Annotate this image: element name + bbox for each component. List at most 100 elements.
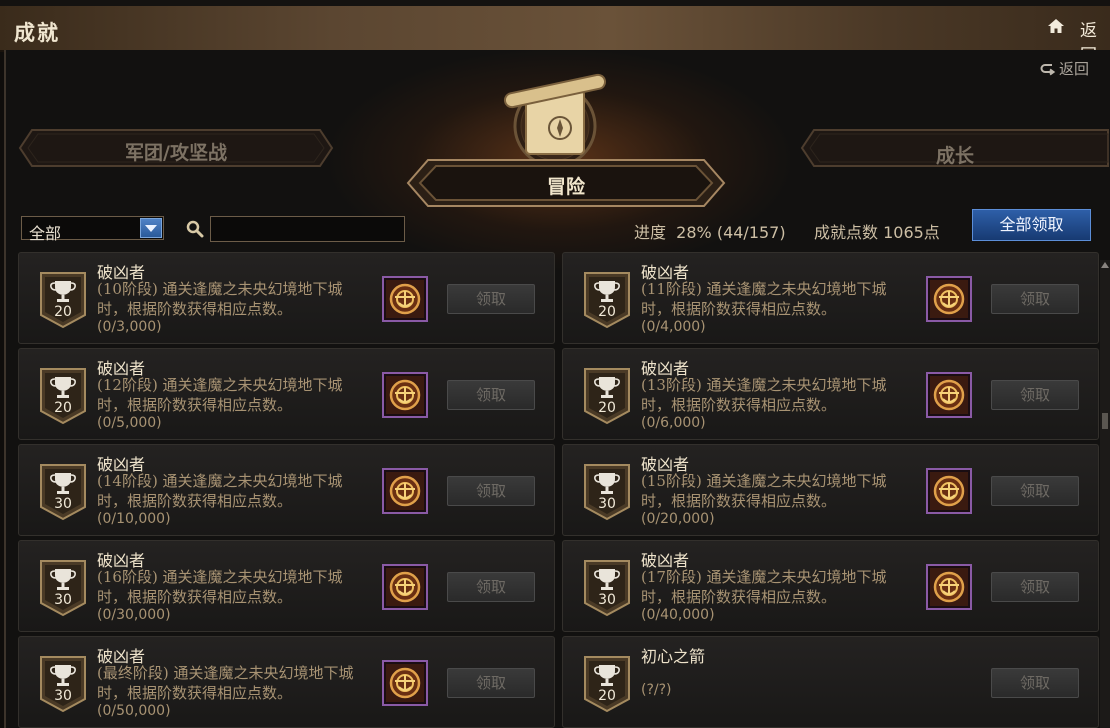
trophy-badge: 20 xyxy=(583,271,631,329)
achievement-progress: (0/10,000) xyxy=(97,511,171,527)
claim-button[interactable]: 领取 xyxy=(447,476,535,506)
achievement-description: (11阶段) 通关逢魔之未央幻境地下城时，根据阶数获得相应点数。 xyxy=(641,280,887,318)
title-bar: 成就 返回 xyxy=(0,0,1110,66)
trophy-icon xyxy=(584,272,630,329)
achievement-name: 初心之箭 xyxy=(641,647,706,666)
home-icon[interactable] xyxy=(1046,16,1066,36)
claim-all-button[interactable]: 全部领取 xyxy=(972,209,1091,241)
trophy-badge: 20 xyxy=(583,655,631,713)
scrollbar[interactable] xyxy=(1100,260,1110,728)
achievement-progress: (0/20,000) xyxy=(641,511,715,527)
adventure-scroll-icon xyxy=(503,73,607,168)
achievement-progress: (0/30,000) xyxy=(97,607,171,623)
achievement-progress: (0/5,000) xyxy=(97,415,162,431)
tab-adventure[interactable]: 冒险 xyxy=(406,157,726,209)
claim-button[interactable]: 领取 xyxy=(991,668,1079,698)
reward-emblem-icon[interactable] xyxy=(926,564,972,610)
trophy-badge: 20 xyxy=(39,271,87,329)
achievement-points: 30 xyxy=(598,592,616,608)
trophy-badge: 30 xyxy=(583,463,631,521)
achievement-card: 20 破凶者 (10阶段) 通关逢魔之未央幻境地下城时，根据阶数获得相应点数。 … xyxy=(18,252,555,344)
claim-button[interactable]: 领取 xyxy=(447,380,535,410)
trophy-icon xyxy=(40,464,86,521)
claim-button[interactable]: 领取 xyxy=(447,668,535,698)
reward-emblem-icon[interactable] xyxy=(382,276,428,322)
achievement-card: 30 破凶者 (14阶段) 通关逢魔之未央幻境地下城时，根据阶数获得相应点数。 … xyxy=(18,444,555,536)
achievement-card: 20 初心之箭 (?/?) 领取 xyxy=(562,636,1099,728)
achievement-progress: (0/6,000) xyxy=(641,415,706,431)
reward-emblem-icon[interactable] xyxy=(926,468,972,514)
achievement-card: 30 破凶者 (16阶段) 通关逢魔之未央幻境地下城时，根据阶数获得相应点数。 … xyxy=(18,540,555,632)
reward-emblem-icon[interactable] xyxy=(382,468,428,514)
achievement-points: 20 xyxy=(54,400,72,416)
chevron-down-icon[interactable] xyxy=(140,218,162,238)
achievement-progress: (0/4,000) xyxy=(641,319,706,335)
achievement-description: (13阶段) 通关逢魔之未央幻境地下城时，根据阶数获得相应点数。 xyxy=(641,376,887,414)
progress-text: 进度 28% (44/157) xyxy=(634,223,786,242)
achievement-points: 30 xyxy=(54,592,72,608)
achievement-points: 20 xyxy=(598,688,616,704)
claim-button[interactable]: 领取 xyxy=(991,476,1079,506)
achievement-points: 20 xyxy=(598,400,616,416)
achievement-card: 30 破凶者 (最终阶段) 通关逢魔之未央幻境地下城时，根据阶数获得相应点数。 … xyxy=(18,636,555,728)
trophy-badge: 30 xyxy=(39,655,87,713)
claim-button[interactable]: 领取 xyxy=(447,572,535,602)
achievement-points: 30 xyxy=(54,496,72,512)
category-filter-select[interactable]: 全部 xyxy=(21,216,164,243)
claim-button[interactable]: 领取 xyxy=(991,380,1079,410)
achievement-points: 20 xyxy=(598,304,616,320)
reward-emblem-icon[interactable] xyxy=(382,564,428,610)
achievement-progress: (0/3,000) xyxy=(97,319,162,335)
return-arrow-icon xyxy=(1040,63,1056,75)
tab-growth-label: 成长 xyxy=(935,145,974,167)
search-input[interactable] xyxy=(210,216,405,242)
trophy-icon xyxy=(40,656,86,713)
trophy-icon xyxy=(40,560,86,617)
achievement-description: (12阶段) 通关逢魔之未央幻境地下城时，根据阶数获得相应点数。 xyxy=(97,376,343,414)
achievement-card: 30 破凶者 (15阶段) 通关逢魔之未央幻境地下城时，根据阶数获得相应点数。 … xyxy=(562,444,1099,536)
claim-button[interactable]: 领取 xyxy=(447,284,535,314)
achievement-progress: (0/50,000) xyxy=(97,703,171,719)
trophy-badge: 30 xyxy=(39,559,87,617)
achievement-points-text: 成就点数 1065点 xyxy=(814,223,940,242)
filter-selected-value: 全部 xyxy=(29,224,62,243)
tab-adventure-label: 冒险 xyxy=(546,176,585,198)
achievement-points: 30 xyxy=(54,688,72,704)
trophy-icon xyxy=(40,368,86,425)
achievement-card: 20 破凶者 (11阶段) 通关逢魔之未央幻境地下城时，根据阶数获得相应点数。 … xyxy=(562,252,1099,344)
achievement-card: 30 破凶者 (17阶段) 通关逢魔之未央幻境地下城时，根据阶数获得相应点数。 … xyxy=(562,540,1099,632)
page-title: 成就 xyxy=(14,20,60,45)
reward-emblem-icon[interactable] xyxy=(382,372,428,418)
claim-button[interactable]: 领取 xyxy=(991,284,1079,314)
achievement-points: 30 xyxy=(598,496,616,512)
trophy-icon xyxy=(584,560,630,617)
reward-emblem-icon[interactable] xyxy=(926,372,972,418)
achievement-description: (10阶段) 通关逢魔之未央幻境地下城时，根据阶数获得相应点数。 xyxy=(97,280,343,318)
achievement-progress: (0/40,000) xyxy=(641,607,715,623)
trophy-badge: 30 xyxy=(583,559,631,617)
achievement-description: (17阶段) 通关逢魔之未央幻境地下城时，根据阶数获得相应点数。 xyxy=(641,568,887,606)
achievement-description: (最终阶段) 通关逢魔之未央幻境地下城时，根据阶数获得相应点数。 xyxy=(97,664,354,702)
tab-legion[interactable]: 军团/攻坚战 xyxy=(18,128,334,168)
back-label: 返回 xyxy=(1059,60,1090,78)
search-icon[interactable] xyxy=(186,220,204,238)
window-edge xyxy=(0,0,1110,6)
reward-emblem-icon[interactable] xyxy=(382,660,428,706)
achievement-description: (14阶段) 通关逢魔之未央幻境地下城时，根据阶数获得相应点数。 xyxy=(97,472,343,510)
trophy-icon xyxy=(584,368,630,425)
achievement-points: 20 xyxy=(54,304,72,320)
achievement-list: 20 破凶者 (10阶段) 通关逢魔之未央幻境地下城时，根据阶数获得相应点数。 … xyxy=(18,252,1099,728)
trophy-badge: 20 xyxy=(39,367,87,425)
trophy-badge: 30 xyxy=(39,463,87,521)
back-button[interactable]: 返回 xyxy=(1040,58,1089,79)
scroll-thumb[interactable] xyxy=(1102,413,1108,429)
trophy-icon xyxy=(584,656,630,713)
achievement-description: (16阶段) 通关逢魔之未央幻境地下城时，根据阶数获得相应点数。 xyxy=(97,568,343,606)
claim-button[interactable]: 领取 xyxy=(991,572,1079,602)
tab-growth[interactable]: 成长 xyxy=(800,128,1110,168)
tab-legion-label: 军团/攻坚战 xyxy=(125,142,227,164)
achievement-description: (15阶段) 通关逢魔之未央幻境地下城时，根据阶数获得相应点数。 xyxy=(641,472,887,510)
trophy-icon xyxy=(584,464,630,521)
scroll-up-arrow-icon[interactable] xyxy=(1101,262,1109,268)
reward-emblem-icon[interactable] xyxy=(926,276,972,322)
